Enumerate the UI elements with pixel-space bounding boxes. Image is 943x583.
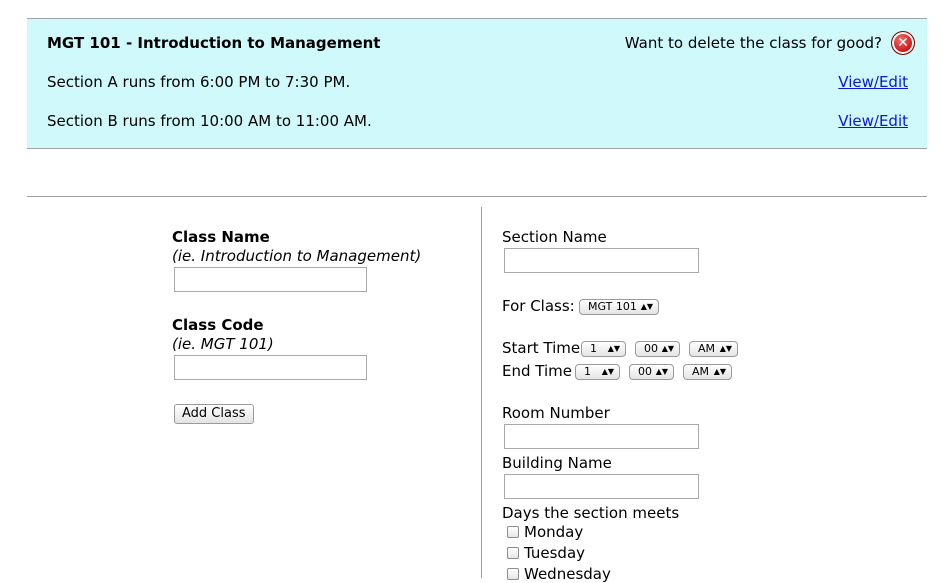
select-arrows-icon: ▲▼ [601, 367, 614, 376]
class-name-hint: (ie. Introduction to Management) [172, 247, 422, 265]
tuesday-checkbox[interactable] [507, 547, 519, 559]
monday-label: Monday [524, 523, 584, 541]
wednesday-label: Wednesday [524, 565, 611, 583]
section-b-text: Section B runs from 10:00 AM to 11:00 AM… [47, 112, 372, 130]
end-minute-select[interactable]: 00 ▲▼ [629, 364, 674, 380]
room-number-label: Room Number [502, 404, 610, 422]
end-ampm-select[interactable]: AM ▲▼ [683, 364, 732, 380]
start-minute-value: 00 [644, 342, 658, 355]
end-hour-select[interactable]: 1 ▲▼ [575, 364, 620, 380]
class-code-label: Class Code [172, 316, 264, 334]
column-divider [481, 207, 482, 578]
for-class-value: MGT 101 [588, 300, 637, 313]
select-arrows-icon: ▲▼ [661, 344, 674, 353]
tuesday-label: Tuesday [524, 544, 586, 562]
class-name-label: Class Name [172, 228, 270, 246]
start-ampm-value: AM [698, 342, 716, 355]
section-a-text: Section A runs from 6:00 PM to 7:30 PM. [47, 73, 351, 91]
wednesday-checkbox[interactable] [507, 568, 519, 580]
start-hour-value: 1 [590, 342, 597, 355]
select-arrows-icon: ▲▼ [719, 344, 732, 353]
delete-prompt: Want to delete the class for good? [624, 34, 882, 52]
select-arrows-icon: ▲▼ [713, 367, 726, 376]
section-name-label: Section Name [502, 228, 607, 246]
select-arrows-icon: ▲▼ [655, 367, 668, 376]
end-minute-value: 00 [638, 365, 652, 378]
building-name-input[interactable] [504, 474, 699, 499]
section-a-view-edit-link[interactable]: View/Edit [838, 73, 908, 91]
add-class-button[interactable]: Add Class [174, 404, 254, 424]
class-code-hint: (ie. MGT 101) [172, 335, 274, 353]
section-b-view-edit-link[interactable]: View/Edit [838, 112, 908, 130]
start-minute-select[interactable]: 00 ▲▼ [635, 341, 680, 357]
class-name-input[interactable] [174, 267, 367, 292]
end-time-label: End Time [502, 362, 572, 380]
class-code-input[interactable] [174, 355, 367, 380]
start-hour-select[interactable]: 1 ▲▼ [581, 341, 626, 357]
monday-checkbox[interactable] [507, 526, 519, 538]
for-class-select[interactable]: MGT 101 ▲▼ [579, 299, 659, 315]
end-hour-value: 1 [584, 365, 591, 378]
select-arrows-icon: ▲▼ [607, 344, 620, 353]
class-title: MGT 101 - Introduction to Management [47, 34, 381, 52]
class-panel: MGT 101 - Introduction to Management Wan… [27, 18, 927, 149]
horizontal-divider [27, 196, 927, 197]
select-arrows-icon: ▲▼ [640, 302, 653, 311]
section-name-input[interactable] [504, 248, 699, 273]
close-circle-icon[interactable]: ✕ [891, 31, 915, 55]
start-ampm-select[interactable]: AM ▲▼ [689, 341, 738, 357]
start-time-label: Start Time [502, 339, 581, 357]
for-class-label: For Class: [502, 297, 575, 315]
end-ampm-value: AM [692, 365, 710, 378]
room-number-input[interactable] [504, 424, 699, 449]
building-name-label: Building Name [502, 454, 612, 472]
days-label: Days the section meets [502, 504, 680, 522]
